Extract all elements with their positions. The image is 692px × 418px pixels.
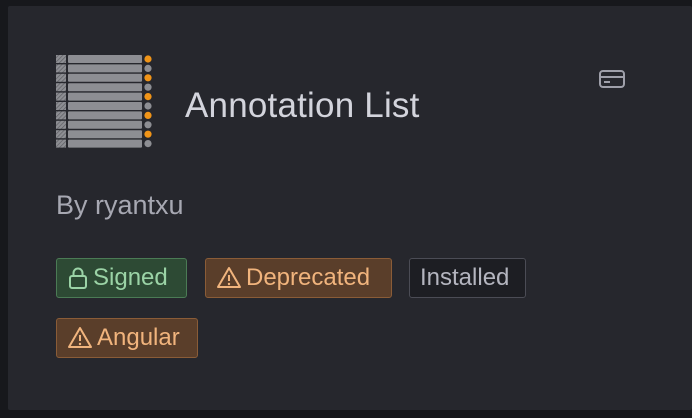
logo-row-dot <box>144 93 152 101</box>
logo-row-marker <box>56 73 66 82</box>
logo-row-dot <box>144 55 152 63</box>
warning-icon <box>68 327 92 348</box>
deprecated-label: Deprecated <box>246 264 371 291</box>
logo-row-marker <box>56 102 66 110</box>
logo-row-marker <box>56 139 66 148</box>
logo-row-marker <box>56 111 66 120</box>
plugin-card[interactable]: Annotation List By ryantxu Signed Deprec… <box>8 6 692 410</box>
logo-row-bar <box>68 139 142 148</box>
signed-badge: Signed <box>56 258 187 298</box>
logo-row-bar <box>68 111 142 120</box>
angular-badge: Angular <box>56 318 198 358</box>
deprecated-badge: Deprecated <box>205 258 392 298</box>
logo-row-bar <box>68 64 142 73</box>
plugin-title: Annotation List <box>185 86 420 125</box>
annotation-list-logo <box>56 55 152 148</box>
logo-row-dot <box>144 140 152 148</box>
signed-label: Signed <box>93 264 168 291</box>
installed-badge: Installed <box>409 258 526 298</box>
logo-row-bar <box>68 130 142 139</box>
lock-icon <box>69 267 87 289</box>
logo-row-dot <box>144 83 152 91</box>
logo-row-bar <box>68 55 142 63</box>
logo-row-marker <box>56 120 66 129</box>
logo-row-dot <box>144 102 152 110</box>
logo-row-dot <box>144 64 152 72</box>
logo-row-marker <box>56 55 66 63</box>
logo-row-marker <box>56 64 66 73</box>
logo-row-bar <box>68 92 142 101</box>
angular-label: Angular <box>97 324 180 351</box>
logo-row-dot <box>144 130 152 138</box>
logo-row-dot <box>144 121 152 129</box>
logo-row-marker <box>56 92 66 101</box>
warning-icon <box>217 267 241 288</box>
logo-row-bar <box>68 120 142 129</box>
logo-row-dot <box>144 111 152 119</box>
card-icon[interactable] <box>598 68 626 90</box>
logo-row-marker <box>56 83 66 92</box>
installed-label: Installed <box>420 264 510 291</box>
logo-row-marker <box>56 130 66 139</box>
logo-row-dot <box>144 74 152 82</box>
logo-row-bar <box>68 73 142 82</box>
logo-row-bar <box>68 102 142 110</box>
plugin-author: By ryantxu <box>56 190 184 220</box>
logo-row-bar <box>68 83 142 92</box>
